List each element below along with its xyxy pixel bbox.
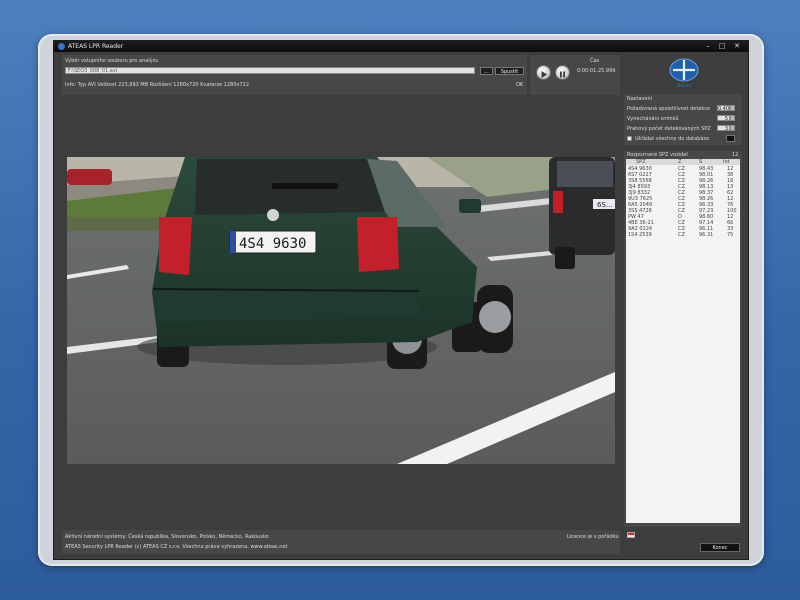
car-left-partial (67, 169, 112, 185)
video-frame: 6S... 4S4 9630 (67, 157, 615, 464)
playback-panel: Čas 0:00:01:25.999 (530, 55, 620, 95)
pause-button[interactable] (555, 65, 570, 80)
col-score: S (699, 159, 703, 165)
plates-panel: Rozpoznané SPZ vozidel 12 SPZ Z S Int 4S… (624, 151, 742, 527)
play-icon (541, 71, 547, 78)
status-panel: Aktivní národní systémy: Česká republika… (62, 530, 620, 554)
file-panel: Výběr vstupního souboru pro analýzu F:\S… (62, 55, 527, 95)
confidence-input[interactable]: 0.40 (717, 105, 730, 112)
file-info: Info: Typ AVI Velikost 223,993 MB Rozliš… (65, 82, 250, 88)
confidence-spinner[interactable] (730, 105, 735, 111)
open-button[interactable]: Spustit (495, 67, 524, 75)
plates-header-row: SPZ Z S Int (626, 159, 740, 165)
app-window: ATEAS LPR Reader – □ ✕ Výběr vstupního s… (53, 40, 749, 560)
close-icon[interactable]: ✕ (731, 42, 743, 51)
skip-frames-input[interactable]: 5 (717, 115, 730, 122)
settings-heading: Nastavení (627, 96, 653, 102)
video-image: 6S... 4S4 9630 (67, 157, 615, 464)
car-right-partial: 6S... (549, 157, 615, 269)
window-title: ATEAS LPR Reader (68, 43, 124, 50)
maximize-icon[interactable]: □ (716, 42, 728, 51)
save-db-label: Ukládat všechny do databáze (635, 136, 710, 142)
time-label: Čas (590, 58, 600, 64)
logo-text: Ateas (676, 83, 692, 89)
save-db-checkbox[interactable] (627, 136, 632, 141)
skip-frames-spinner[interactable] (730, 115, 735, 121)
browse-button[interactable]: ... (480, 67, 493, 75)
active-systems-text: Aktivní národní systémy: Česká republika… (65, 534, 269, 540)
plate2-text: 6S... (597, 201, 613, 209)
col-country: Z (678, 159, 682, 165)
app-icon (58, 43, 65, 50)
plates-list[interactable]: SPZ Z S Int 4S4 9630 CZ 98.43 12 6S7 0227 CZ 9… (626, 159, 740, 523)
file-path-input[interactable]: F:\SEO3_008_01.avi (65, 67, 475, 74)
copyright-text: ATEAS Security LPR Reader (c) ATEAS CZ s… (65, 544, 288, 550)
col-intensity: Int (723, 159, 730, 165)
file-panel-heading: Výběr vstupního souboru pro analýzu (65, 58, 159, 64)
license-status: Licence je v pořádku (567, 534, 619, 540)
col-spz: SPZ (636, 159, 646, 165)
plate-spz: 1S4 2539 (628, 232, 652, 238)
end-button[interactable]: Konec (700, 543, 740, 552)
plate-country: CZ (678, 232, 685, 238)
pause-icon (560, 71, 565, 78)
plates-count: 12 (732, 152, 739, 158)
plate-score: 96.31 (699, 232, 714, 238)
plates-heading: Rozpoznané SPZ vozidel (627, 152, 688, 158)
threshold-input[interactable]: 3 (717, 125, 730, 132)
ateas-logo: Ateas (669, 58, 699, 89)
plate-intensity: 75 (727, 232, 734, 238)
czech-flag-icon[interactable] (627, 532, 635, 538)
skip-frames-label: Vynechávání snímků (627, 116, 679, 122)
settings-panel: Nastavení Požadovaná spolehlivost detekc… (624, 94, 742, 145)
threshold-spinner[interactable] (730, 125, 735, 131)
time-value: 0:00:01:25.999 (577, 68, 616, 74)
play-button[interactable] (536, 65, 551, 80)
db-button[interactable] (726, 135, 735, 142)
minimize-icon[interactable]: – (702, 42, 714, 51)
threshold-label: Prahový počet detekovaných SPZ (627, 126, 711, 132)
confidence-label: Požadovaná spolehlivost detekce (627, 106, 711, 112)
title-bar: ATEAS LPR Reader – □ ✕ (54, 41, 748, 52)
file-status: OK (516, 82, 524, 88)
table-row[interactable]: 1S4 2539 CZ 96.31 75 (626, 232, 740, 238)
plate-text: 4S4 9630 (239, 236, 306, 252)
